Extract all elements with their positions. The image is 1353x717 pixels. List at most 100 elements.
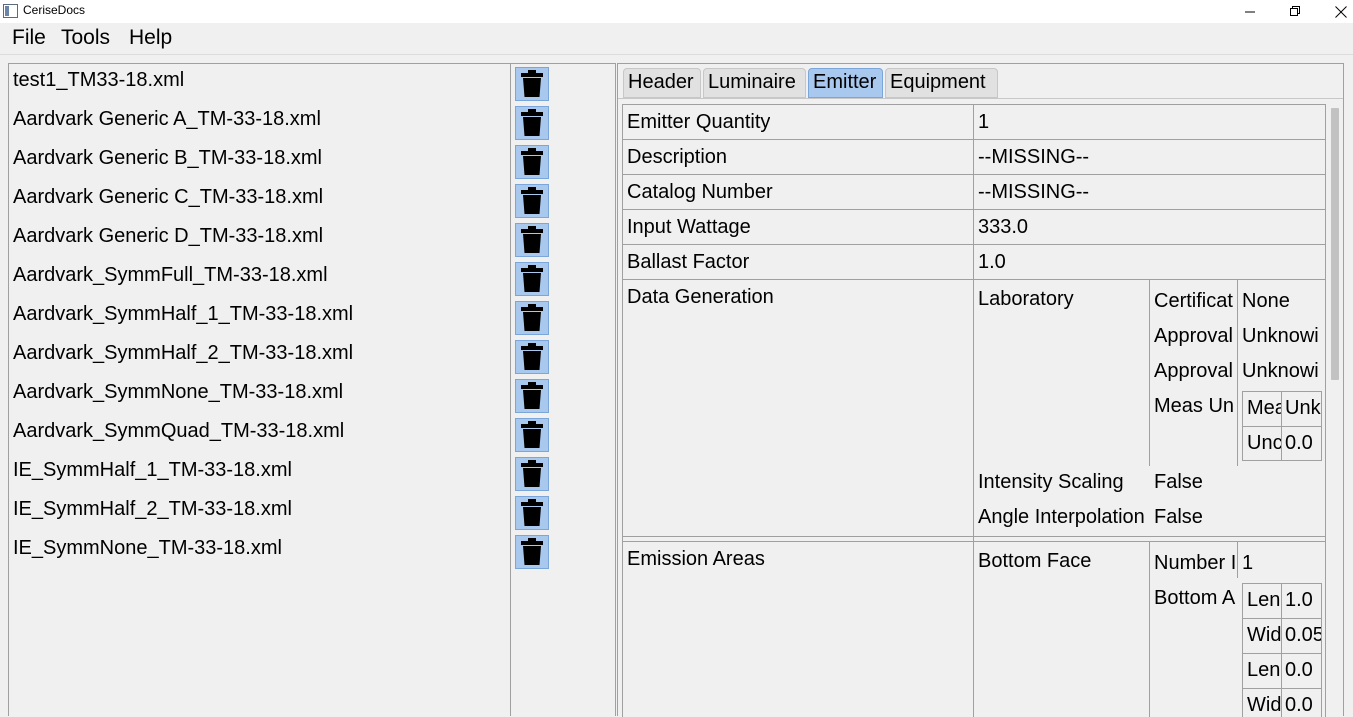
tab-luminaire[interactable]: Luminaire bbox=[703, 68, 806, 98]
trash-icon bbox=[521, 187, 543, 214]
menu-help[interactable]: Help bbox=[129, 26, 172, 50]
emitter-quantity-label: Emitter Quantity bbox=[627, 111, 771, 133]
delete-file-button[interactable] bbox=[515, 106, 549, 140]
file-row[interactable]: Aardvark Generic A_TM-33-18.xml bbox=[9, 104, 609, 143]
file-name[interactable]: IE_SymmNone_TM-33-18.xml bbox=[13, 537, 282, 560]
trash-icon bbox=[521, 148, 543, 175]
file-row[interactable]: Aardvark Generic D_TM-33-18.xml bbox=[9, 221, 609, 260]
column-divider bbox=[1237, 280, 1238, 466]
trash-icon bbox=[521, 343, 543, 370]
file-row[interactable]: IE_SymmHalf_2_TM-33-18.xml bbox=[9, 494, 609, 533]
file-name[interactable]: Aardvark Generic B_TM-33-18.xml bbox=[13, 147, 322, 170]
scrollbar-thumb[interactable] bbox=[1331, 108, 1339, 380]
window-title: CeriseDocs bbox=[23, 3, 86, 17]
number-label: Number I bbox=[1154, 552, 1236, 574]
area-row-label: Wid bbox=[1247, 694, 1281, 716]
emission-areas-label: Emission Areas bbox=[627, 548, 765, 570]
input-wattage-value[interactable]: 333.0 bbox=[978, 216, 1028, 239]
area-row-value[interactable]: 0.05 bbox=[1285, 624, 1321, 647]
file-name[interactable]: test1_TM33-18.xml bbox=[13, 69, 184, 92]
approval-value[interactable]: Unknowi bbox=[1242, 325, 1322, 348]
menu-tools[interactable]: Tools bbox=[61, 26, 110, 50]
meas-row-value[interactable]: 0.0 bbox=[1285, 432, 1321, 455]
app-icon bbox=[3, 4, 18, 18]
description-value[interactable]: --MISSING-- bbox=[978, 146, 1089, 169]
row-divider bbox=[1243, 653, 1321, 654]
file-name[interactable]: IE_SymmHalf_1_TM-33-18.xml bbox=[13, 459, 292, 482]
delete-file-button[interactable] bbox=[515, 67, 549, 101]
file-row[interactable]: test1_TM33-18.xml bbox=[9, 65, 609, 104]
file-name[interactable]: Aardvark_SymmQuad_TM-33-18.xml bbox=[13, 420, 344, 443]
area-row-label: Wid bbox=[1247, 624, 1281, 646]
file-row[interactable]: Aardvark_SymmHalf_2_TM-33-18.xml bbox=[9, 338, 609, 377]
row-divider bbox=[623, 139, 1325, 140]
delete-file-button[interactable] bbox=[515, 535, 549, 569]
catalog-number-value[interactable]: --MISSING-- bbox=[978, 181, 1089, 204]
close-button[interactable] bbox=[1318, 0, 1353, 23]
tab-header[interactable]: Header bbox=[623, 68, 701, 98]
ballast-factor-value[interactable]: 1.0 bbox=[978, 251, 1006, 274]
file-name[interactable]: Aardvark_SymmFull_TM-33-18.xml bbox=[13, 264, 328, 287]
file-name[interactable]: Aardvark_SymmHalf_2_TM-33-18.xml bbox=[13, 342, 353, 365]
menu-file[interactable]: File bbox=[12, 26, 46, 50]
delete-file-button[interactable] bbox=[515, 223, 549, 257]
delete-file-button[interactable] bbox=[515, 301, 549, 335]
tab-underline bbox=[618, 98, 1343, 99]
emitter-quantity-value[interactable]: 1 bbox=[978, 111, 989, 134]
vertical-scrollbar[interactable] bbox=[1327, 104, 1343, 717]
area-row-value[interactable]: 0.0 bbox=[1285, 659, 1321, 682]
file-row[interactable]: Aardvark Generic C_TM-33-18.xml bbox=[9, 182, 609, 221]
description-label: Description bbox=[627, 146, 728, 168]
row-divider bbox=[623, 209, 1325, 210]
file-row[interactable]: Aardvark_SymmQuad_TM-33-18.xml bbox=[9, 416, 609, 455]
file-name[interactable]: IE_SymmHalf_2_TM-33-18.xml bbox=[13, 498, 292, 521]
row-divider bbox=[1243, 426, 1321, 427]
area-row-value[interactable]: 1.0 bbox=[1285, 589, 1321, 612]
intensity-scaling-value[interactable]: False bbox=[1154, 471, 1203, 494]
close-icon bbox=[1335, 5, 1347, 18]
column-divider bbox=[1149, 280, 1150, 466]
file-row[interactable]: Aardvark Generic B_TM-33-18.xml bbox=[9, 143, 609, 182]
angle-interpolation-value[interactable]: False bbox=[1154, 506, 1203, 529]
file-name[interactable]: Aardvark Generic A_TM-33-18.xml bbox=[13, 108, 321, 131]
approval-value[interactable]: Unknowi bbox=[1242, 360, 1322, 383]
file-row[interactable]: IE_SymmHalf_1_TM-33-18.xml bbox=[9, 455, 609, 494]
title-bar: CeriseDocs bbox=[0, 0, 1353, 23]
area-row-value[interactable]: 0.0 bbox=[1285, 694, 1321, 717]
file-row[interactable]: Aardvark_SymmFull_TM-33-18.xml bbox=[9, 260, 609, 299]
row-divider bbox=[623, 244, 1325, 245]
file-name[interactable]: Aardvark_SymmHalf_1_TM-33-18.xml bbox=[13, 303, 353, 326]
row-divider bbox=[1243, 618, 1321, 619]
tab-equipment[interactable]: Equipment bbox=[885, 68, 998, 98]
certificate-value[interactable]: None bbox=[1242, 290, 1322, 313]
delete-file-button[interactable] bbox=[515, 262, 549, 296]
file-name[interactable]: Aardvark_SymmNone_TM-33-18.xml bbox=[13, 381, 343, 404]
laboratory-label: Laboratory bbox=[978, 288, 1074, 310]
file-list-panel: test1_TM33-18.xml Aardvark Generic A_TM-3… bbox=[8, 63, 616, 716]
bottom-area-label: Bottom A bbox=[1154, 587, 1236, 609]
file-row[interactable]: IE_SymmNone_TM-33-18.xml bbox=[9, 533, 609, 572]
file-row[interactable]: Aardvark_SymmNone_TM-33-18.xml bbox=[9, 377, 609, 416]
tab-emitter[interactable]: Emitter bbox=[808, 68, 883, 98]
minimize-button[interactable] bbox=[1227, 0, 1273, 23]
file-name[interactable]: Aardvark Generic C_TM-33-18.xml bbox=[13, 186, 323, 209]
number-value[interactable]: 1 bbox=[1242, 552, 1322, 575]
area-row-label: Len bbox=[1247, 659, 1281, 681]
delete-file-button[interactable] bbox=[515, 457, 549, 491]
delete-file-button[interactable] bbox=[515, 379, 549, 413]
delete-file-button[interactable] bbox=[515, 145, 549, 179]
area-row-label: Len bbox=[1247, 589, 1281, 611]
row-divider bbox=[1243, 688, 1321, 689]
row-divider bbox=[623, 541, 1325, 542]
file-name[interactable]: Aardvark Generic D_TM-33-18.xml bbox=[13, 225, 323, 248]
delete-file-button[interactable] bbox=[515, 340, 549, 374]
meas-uncertainty-label: Meas Un bbox=[1154, 395, 1235, 417]
trash-icon bbox=[521, 304, 543, 331]
meas-row-value[interactable]: Unk bbox=[1285, 397, 1321, 420]
delete-file-button[interactable] bbox=[515, 418, 549, 452]
restore-button[interactable] bbox=[1272, 0, 1318, 23]
delete-file-button[interactable] bbox=[515, 184, 549, 218]
file-row[interactable]: Aardvark_SymmHalf_1_TM-33-18.xml bbox=[9, 299, 609, 338]
catalog-number-label: Catalog Number bbox=[627, 181, 773, 203]
delete-file-button[interactable] bbox=[515, 496, 549, 530]
